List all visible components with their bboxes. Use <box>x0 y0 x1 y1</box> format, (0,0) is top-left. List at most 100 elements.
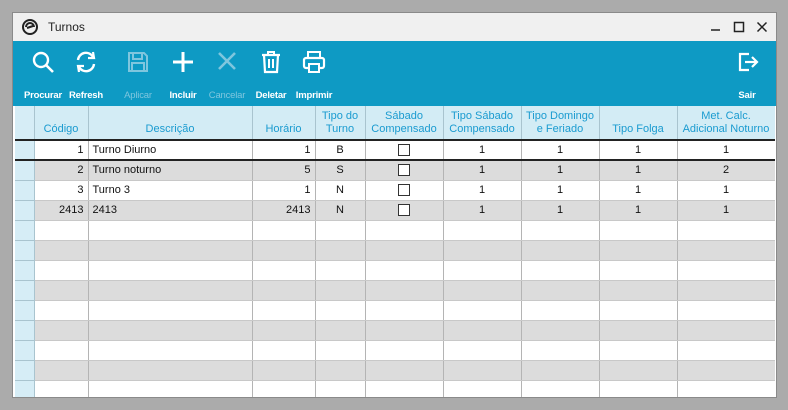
cell-horario[interactable]: 5 <box>252 160 316 181</box>
maximize-icon[interactable] <box>729 17 749 37</box>
cell-sabado-compensado[interactable] <box>365 200 444 221</box>
row-indicator[interactable] <box>15 160 35 181</box>
cell-codigo[interactable] <box>34 260 89 281</box>
table-row[interactable] <box>15 360 775 381</box>
cell-met-calc[interactable] <box>677 340 775 361</box>
sabado-compensado-checkbox[interactable] <box>398 164 410 177</box>
cell-descricao[interactable] <box>88 260 253 281</box>
cell-codigo[interactable]: 1 <box>34 139 89 161</box>
cell-tipo-sabado[interactable] <box>443 260 522 281</box>
cell-tipo-domingo[interactable] <box>521 380 600 397</box>
table-row[interactable] <box>15 280 775 301</box>
refresh-button[interactable]: Refresh <box>66 41 106 106</box>
procurar-button[interactable]: Procurar <box>23 41 63 106</box>
cell-tipo-folga[interactable] <box>599 300 678 321</box>
cell-tipo-sabado[interactable]: 1 <box>443 139 522 161</box>
cell-sabado-compensado[interactable] <box>365 139 444 161</box>
cell-met-calc[interactable] <box>677 240 775 261</box>
cell-horario[interactable] <box>252 280 316 301</box>
cell-met-calc[interactable] <box>677 260 775 281</box>
cell-descricao[interactable] <box>88 340 253 361</box>
cell-codigo[interactable]: 2413 <box>34 200 89 221</box>
cell-tipo-sabado[interactable]: 1 <box>443 200 522 221</box>
cell-sabado-compensado[interactable] <box>365 240 444 261</box>
cell-horario[interactable]: 1 <box>252 180 316 201</box>
cell-tipo-turno[interactable] <box>315 320 366 341</box>
row-indicator[interactable] <box>15 240 35 261</box>
cell-tipo-folga[interactable] <box>599 220 678 241</box>
sabado-compensado-checkbox[interactable] <box>398 204 410 217</box>
cell-tipo-folga[interactable] <box>599 380 678 397</box>
cell-tipo-turno[interactable] <box>315 360 366 381</box>
col-met-calc[interactable]: Met. Calc. Adicional Noturno <box>677 106 775 141</box>
row-indicator[interactable] <box>15 260 35 281</box>
cell-tipo-folga[interactable] <box>599 280 678 301</box>
cell-tipo-folga[interactable]: 1 <box>599 200 678 221</box>
table-row[interactable] <box>15 340 775 361</box>
cell-met-calc[interactable] <box>677 380 775 397</box>
cell-tipo-domingo[interactable] <box>521 240 600 261</box>
cell-tipo-domingo[interactable] <box>521 340 600 361</box>
cell-met-calc[interactable] <box>677 300 775 321</box>
cell-tipo-domingo[interactable]: 1 <box>521 160 600 181</box>
cell-met-calc[interactable] <box>677 360 775 381</box>
row-indicator[interactable] <box>15 220 35 241</box>
cell-descricao[interactable] <box>88 280 253 301</box>
cell-codigo[interactable] <box>34 380 89 397</box>
cell-met-calc[interactable]: 2 <box>677 160 775 181</box>
row-indicator[interactable] <box>15 320 35 341</box>
col-tipo-turno[interactable]: Tipo do Turno <box>315 106 366 141</box>
cell-tipo-folga[interactable]: 1 <box>599 180 678 201</box>
table-row[interactable] <box>15 380 775 397</box>
row-indicator[interactable] <box>15 300 35 321</box>
cell-met-calc[interactable] <box>677 320 775 341</box>
cell-tipo-sabado[interactable]: 1 <box>443 180 522 201</box>
cell-tipo-domingo[interactable] <box>521 360 600 381</box>
cell-horario[interactable] <box>252 380 316 397</box>
cell-horario[interactable] <box>252 240 316 261</box>
cell-tipo-turno[interactable] <box>315 340 366 361</box>
cell-tipo-turno[interactable]: S <box>315 160 366 181</box>
cell-tipo-domingo[interactable] <box>521 320 600 341</box>
col-tipo-domingo[interactable]: Tipo Domingo e Feriado <box>521 106 600 141</box>
cell-codigo[interactable] <box>34 340 89 361</box>
cell-codigo[interactable] <box>34 300 89 321</box>
cell-tipo-sabado[interactable] <box>443 340 522 361</box>
cell-tipo-folga[interactable] <box>599 240 678 261</box>
table-row[interactable] <box>15 240 775 261</box>
imprimir-button[interactable]: Imprimir <box>294 41 334 106</box>
cell-tipo-turno[interactable] <box>315 380 366 397</box>
sair-button[interactable]: Sair <box>730 41 764 106</box>
cell-tipo-folga[interactable]: 1 <box>599 139 678 161</box>
cell-tipo-turno[interactable] <box>315 280 366 301</box>
cell-tipo-domingo[interactable] <box>521 220 600 241</box>
cell-codigo[interactable]: 3 <box>34 180 89 201</box>
table-row[interactable]: 3 Turno 31N1111 <box>15 180 775 201</box>
cell-sabado-compensado[interactable] <box>365 340 444 361</box>
cell-horario[interactable] <box>252 340 316 361</box>
cell-horario[interactable]: 1 <box>252 139 316 161</box>
cell-codigo[interactable] <box>34 280 89 301</box>
row-indicator[interactable] <box>15 200 35 221</box>
cell-tipo-sabado[interactable]: 1 <box>443 160 522 181</box>
incluir-button[interactable]: Incluir <box>165 41 201 106</box>
col-descricao[interactable]: Descrição <box>88 106 253 141</box>
cell-descricao[interactable]: Turno Diurno <box>88 139 253 161</box>
table-row[interactable] <box>15 320 775 341</box>
cell-tipo-turno[interactable]: B <box>315 139 366 161</box>
cell-horario[interactable] <box>252 300 316 321</box>
cell-tipo-sabado[interactable] <box>443 240 522 261</box>
sabado-compensado-checkbox[interactable] <box>398 144 410 157</box>
col-horario[interactable]: Horário <box>252 106 316 141</box>
cell-descricao[interactable] <box>88 220 253 241</box>
cell-tipo-turno[interactable] <box>315 220 366 241</box>
cell-codigo[interactable]: 2 <box>34 160 89 181</box>
cell-tipo-sabado[interactable] <box>443 300 522 321</box>
close-icon[interactable] <box>752 17 772 37</box>
cell-sabado-compensado[interactable] <box>365 360 444 381</box>
minimize-icon[interactable] <box>706 17 726 37</box>
cell-sabado-compensado[interactable] <box>365 320 444 341</box>
table-row[interactable] <box>15 220 775 241</box>
cancelar-button[interactable]: Cancelar <box>207 41 247 106</box>
cell-horario[interactable]: 2413 <box>252 200 316 221</box>
